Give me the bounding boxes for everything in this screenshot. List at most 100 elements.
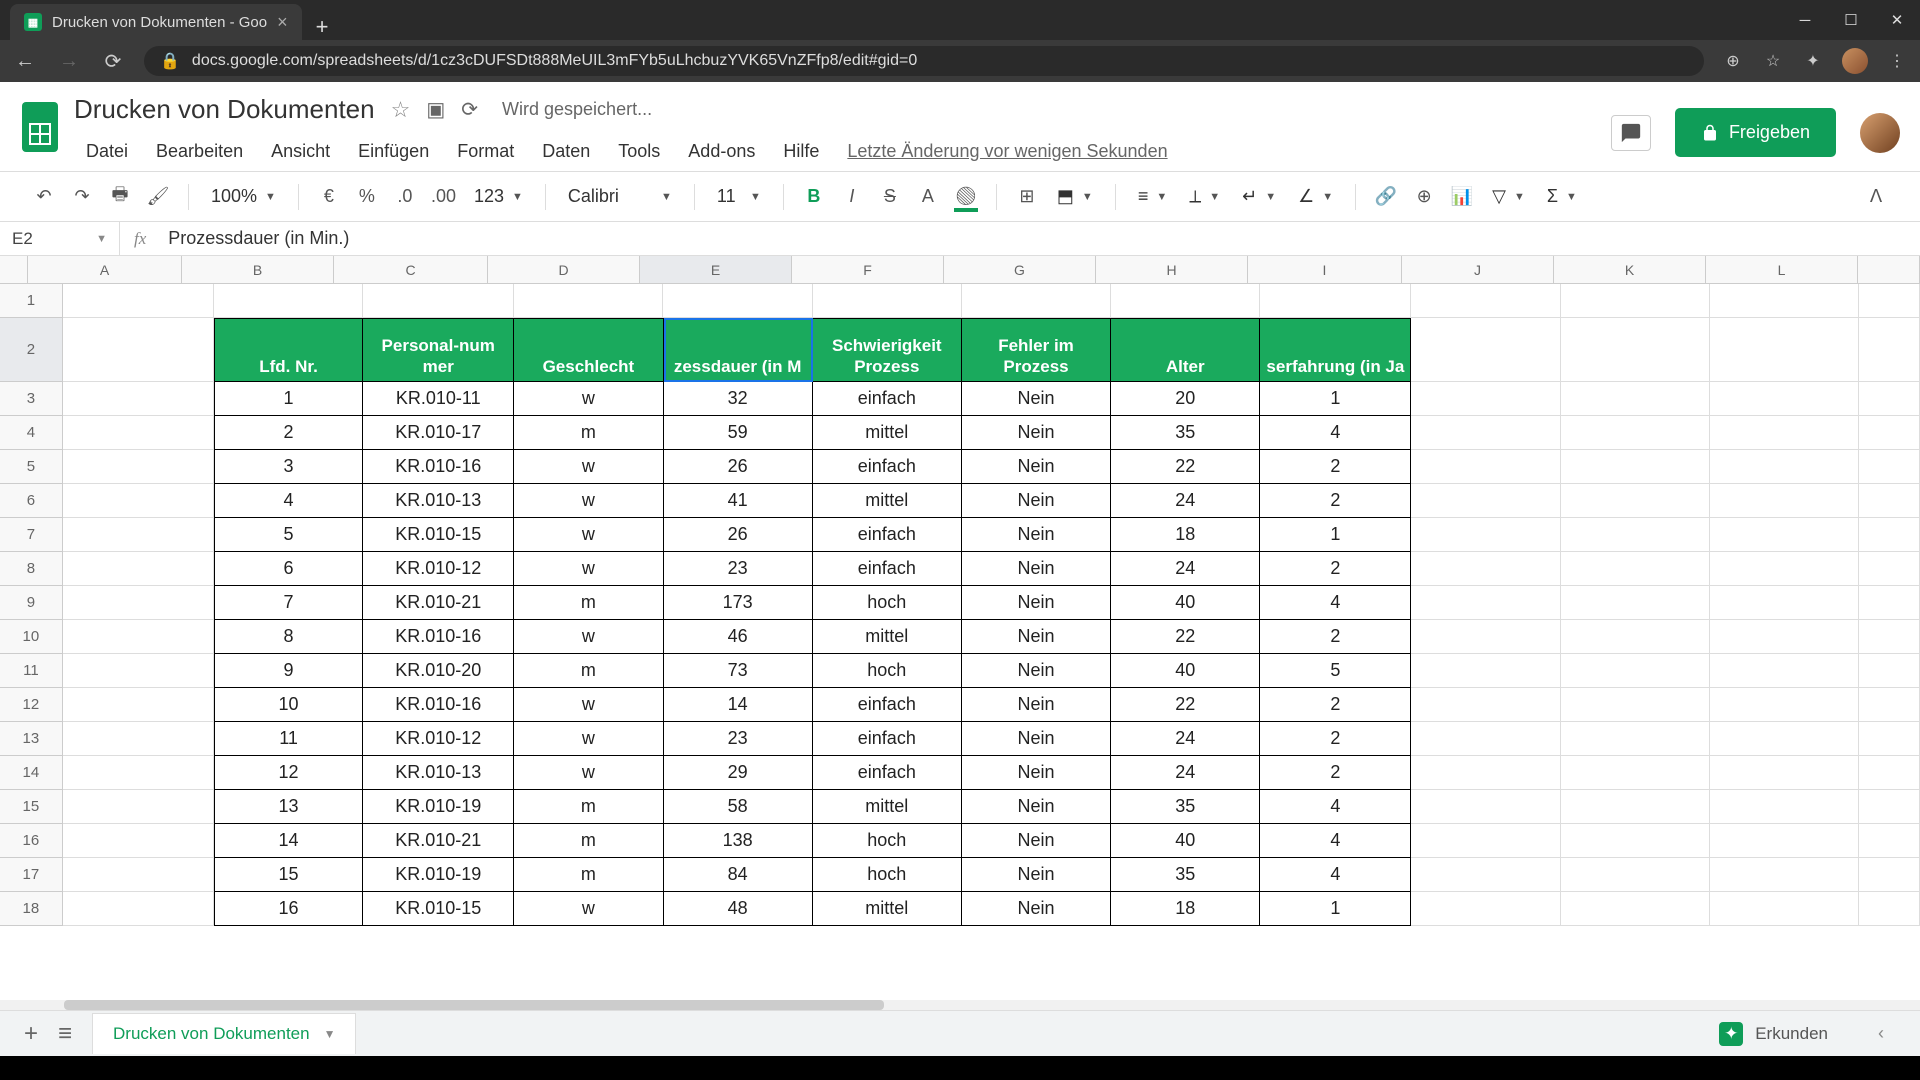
table-data-cell[interactable]: 4	[214, 484, 363, 518]
table-header-cell[interactable]: Alter	[1111, 318, 1260, 382]
table-data-cell[interactable]: 23	[664, 722, 813, 756]
empty-cell[interactable]	[1561, 382, 1710, 416]
table-data-cell[interactable]: 11	[214, 722, 363, 756]
table-data-cell[interactable]: 23	[664, 552, 813, 586]
table-data-cell[interactable]: 14	[664, 688, 813, 722]
empty-cell[interactable]	[1561, 416, 1710, 450]
table-data-cell[interactable]: 2	[214, 416, 363, 450]
empty-cell[interactable]	[1710, 518, 1859, 552]
bold-button[interactable]: B	[798, 180, 830, 214]
empty-cell[interactable]	[962, 284, 1111, 318]
print-button[interactable]: 🖶	[104, 180, 136, 214]
empty-cell[interactable]	[63, 654, 214, 688]
zoom-dropdown[interactable]: 100%▼	[203, 180, 284, 214]
menu-insert[interactable]: Einfügen	[346, 135, 441, 168]
table-data-cell[interactable]: einfach	[813, 756, 962, 790]
empty-cell[interactable]	[1561, 620, 1710, 654]
explore-button[interactable]: ✦ Erkunden	[1701, 1014, 1846, 1054]
col-header-B[interactable]: B	[182, 256, 334, 283]
align-horizontal-dropdown[interactable]: ≡▼	[1130, 180, 1175, 214]
back-button[interactable]: ←	[12, 50, 38, 73]
table-data-cell[interactable]: 2	[1260, 620, 1411, 654]
table-data-cell[interactable]: 40	[1111, 654, 1260, 688]
empty-cell[interactable]	[63, 620, 214, 654]
table-data-cell[interactable]: KR.010-13	[363, 484, 514, 518]
table-header-cell[interactable]: zessdauer (in M	[664, 318, 813, 382]
table-data-cell[interactable]: 2	[1260, 756, 1411, 790]
row-header[interactable]: 6	[0, 484, 63, 518]
table-data-cell[interactable]: 41	[664, 484, 813, 518]
table-data-cell[interactable]: Nein	[962, 552, 1111, 586]
empty-cell[interactable]	[63, 688, 214, 722]
table-data-cell[interactable]: KR.010-16	[363, 620, 514, 654]
empty-cell[interactable]	[1710, 620, 1859, 654]
percent-button[interactable]: %	[351, 180, 383, 214]
table-data-cell[interactable]: w	[514, 484, 663, 518]
table-data-cell[interactable]: 9	[214, 654, 363, 688]
col-header-F[interactable]: F	[792, 256, 944, 283]
empty-cell[interactable]	[1561, 586, 1710, 620]
table-data-cell[interactable]: 1	[1260, 382, 1411, 416]
row-header[interactable]: 14	[0, 756, 63, 790]
empty-cell[interactable]	[363, 284, 514, 318]
table-header-cell[interactable]: Schwierigkeit Prozess	[813, 318, 962, 382]
empty-cell[interactable]	[1859, 790, 1920, 824]
table-data-cell[interactable]: 18	[1111, 518, 1260, 552]
browser-tab[interactable]: ▦ Drucken von Dokumenten - Goo ×	[10, 4, 302, 40]
empty-cell[interactable]	[1859, 620, 1920, 654]
text-color-button[interactable]: A	[912, 180, 944, 214]
empty-cell[interactable]	[63, 790, 214, 824]
table-data-cell[interactable]: 35	[1111, 858, 1260, 892]
col-header-G[interactable]: G	[944, 256, 1096, 283]
undo-button[interactable]: ↶	[28, 180, 60, 214]
col-header-A[interactable]: A	[28, 256, 182, 283]
empty-cell[interactable]	[1710, 824, 1859, 858]
table-data-cell[interactable]: einfach	[813, 450, 962, 484]
table-data-cell[interactable]: 4	[1260, 824, 1411, 858]
table-data-cell[interactable]: 46	[664, 620, 813, 654]
row-header[interactable]: 11	[0, 654, 63, 688]
cell-reference-input[interactable]: E2▼	[0, 222, 120, 255]
table-data-cell[interactable]: Nein	[962, 382, 1111, 416]
table-data-cell[interactable]: w	[514, 756, 663, 790]
table-data-cell[interactable]: m	[514, 416, 663, 450]
chart-button[interactable]: 📊	[1446, 180, 1478, 214]
table-data-cell[interactable]: hoch	[813, 586, 962, 620]
empty-cell[interactable]	[1710, 416, 1859, 450]
table-data-cell[interactable]: 15	[214, 858, 363, 892]
empty-cell[interactable]	[514, 284, 663, 318]
empty-cell[interactable]	[1561, 858, 1710, 892]
table-data-cell[interactable]: 29	[664, 756, 813, 790]
empty-cell[interactable]	[1561, 892, 1710, 926]
table-data-cell[interactable]: 4	[1260, 416, 1411, 450]
table-data-cell[interactable]: 3	[214, 450, 363, 484]
wrap-dropdown[interactable]: ↵▼	[1234, 180, 1284, 214]
empty-cell[interactable]	[63, 756, 214, 790]
empty-cell[interactable]	[63, 416, 214, 450]
table-data-cell[interactable]: KR.010-17	[363, 416, 514, 450]
empty-cell[interactable]	[63, 722, 214, 756]
table-data-cell[interactable]: Nein	[962, 620, 1111, 654]
table-data-cell[interactable]: 58	[664, 790, 813, 824]
empty-cell[interactable]	[1411, 654, 1560, 688]
col-header-I[interactable]: I	[1248, 256, 1402, 283]
col-header-D[interactable]: D	[488, 256, 640, 283]
table-data-cell[interactable]: 22	[1111, 688, 1260, 722]
table-data-cell[interactable]: 14	[214, 824, 363, 858]
last-change-link[interactable]: Letzte Änderung vor wenigen Sekunden	[847, 141, 1167, 162]
col-header-K[interactable]: K	[1554, 256, 1706, 283]
select-all-corner[interactable]	[0, 256, 28, 283]
table-data-cell[interactable]: KR.010-13	[363, 756, 514, 790]
empty-cell[interactable]	[1710, 552, 1859, 586]
empty-cell[interactable]	[1859, 858, 1920, 892]
table-data-cell[interactable]: Nein	[962, 416, 1111, 450]
paint-format-button[interactable]: 🖌	[142, 180, 174, 214]
table-data-cell[interactable]: 12	[214, 756, 363, 790]
doc-title[interactable]: Drucken von Dokumenten	[74, 94, 375, 125]
empty-cell[interactable]	[1859, 552, 1920, 586]
font-dropdown[interactable]: Calibri▼	[560, 180, 680, 214]
empty-cell[interactable]	[1411, 416, 1560, 450]
table-data-cell[interactable]: 40	[1111, 824, 1260, 858]
empty-cell[interactable]	[1859, 484, 1920, 518]
increase-decimal-button[interactable]: .00	[427, 180, 460, 214]
